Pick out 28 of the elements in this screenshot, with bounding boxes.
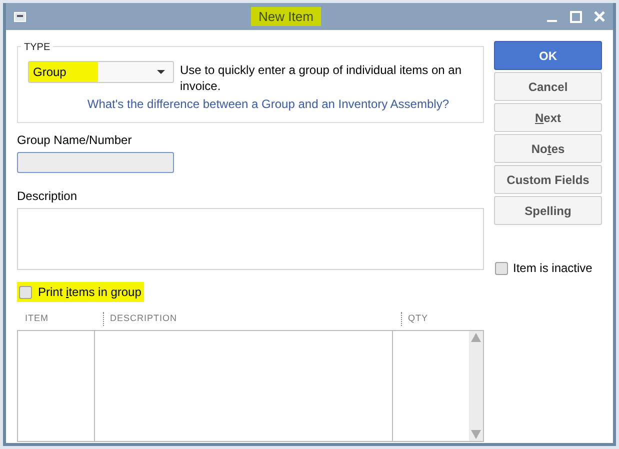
type-description: Use to quickly enter a group of individual items on an invoice. <box>180 62 462 94</box>
checkbox[interactable] <box>495 262 508 274</box>
dialog-button[interactable]: Cancel <box>494 72 602 101</box>
scroll-down-icon[interactable] <box>471 430 481 438</box>
maximize-icon[interactable] <box>570 10 582 22</box>
scrollbar[interactable] <box>469 330 483 440</box>
ok-button[interactable]: OK <box>494 41 602 70</box>
print-items-checkbox[interactable]: Print items in group <box>17 282 144 302</box>
dialog-button[interactable]: Notes <box>494 134 602 163</box>
window-title: New Item <box>250 6 322 26</box>
description-label: Description <box>17 188 78 205</box>
checkbox[interactable] <box>19 286 32 298</box>
window-menu-icon[interactable] <box>14 12 26 22</box>
dialog-button[interactable]: Spelling <box>494 196 602 225</box>
type-dropdown[interactable]: Group <box>28 61 174 83</box>
name-input-field[interactable] <box>17 152 174 173</box>
description-input-field[interactable] <box>17 208 484 270</box>
caret-icon <box>157 70 165 74</box>
close-icon[interactable] <box>594 11 605 22</box>
type-value: Group <box>29 62 98 82</box>
column-header: ITEM <box>25 312 50 325</box>
difference-link[interactable]: What's the difference between a Group and an Inventory Assembly? <box>87 95 449 113</box>
column-header: DESCRIPTION <box>103 312 401 326</box>
column-header: QTY <box>401 312 428 326</box>
scroll-up-icon[interactable] <box>471 332 481 342</box>
name-label: Group Name/Number <box>17 132 133 149</box>
dialog-button[interactable]: Next <box>494 103 602 132</box>
dialog-button[interactable]: Custom Fields <box>494 165 602 194</box>
